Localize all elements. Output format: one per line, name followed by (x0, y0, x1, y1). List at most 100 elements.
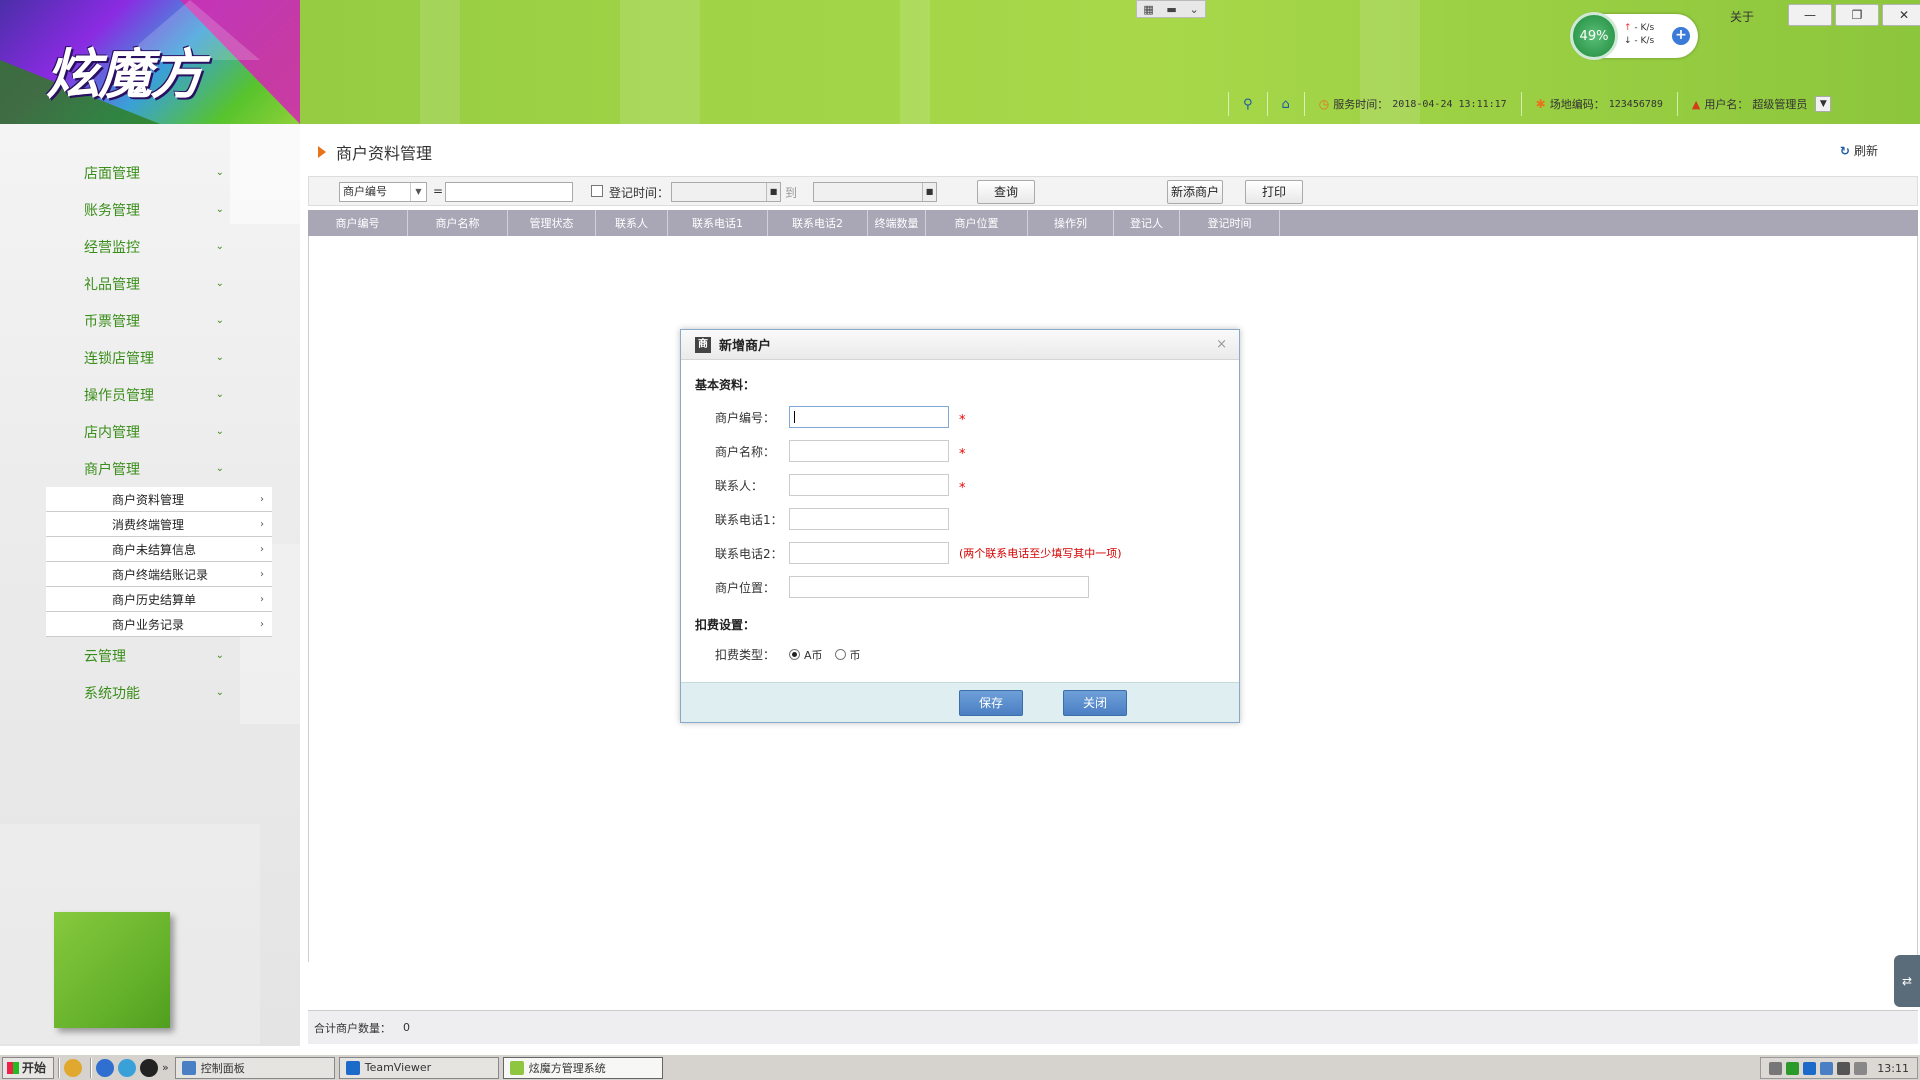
query-button[interactable]: 查询 (977, 180, 1035, 204)
sidebar-item-merchants[interactable]: 商户管理 ⌄ (0, 450, 300, 487)
network-icon[interactable] (1820, 1061, 1834, 1075)
minus-icon[interactable]: ▬ (1166, 3, 1176, 16)
restore-button[interactable]: ❐ (1835, 4, 1879, 26)
search-field-select[interactable]: 商户编号 ▼ (339, 182, 427, 202)
browser-icon[interactable] (118, 1058, 136, 1077)
fee-type-a-coin-radio[interactable] (789, 649, 800, 660)
merchant-name-input[interactable] (789, 440, 949, 462)
header-status-bar: ⚲ ⌂ ◷ 服务时间： 2018-04-24 13:11:17 ✱ 场地编码： … (1228, 92, 1845, 116)
sidebar-item-store[interactable]: 店面管理 ⌄ (0, 154, 300, 191)
submenu-item-history[interactable]: 商户历史结算单 › (46, 587, 272, 612)
teamviewer-side-tab[interactable]: ⇄ (1894, 955, 1920, 1007)
about-link[interactable]: 关于 (1730, 8, 1754, 25)
column-header[interactable]: 商户名称 (408, 210, 508, 236)
chevron-down-icon: ⌄ (215, 650, 224, 661)
phone2-input[interactable] (789, 542, 949, 564)
floating-mini-toolbar[interactable]: ▦ ▬ ⌄ (1136, 0, 1206, 18)
required-mark: * (959, 446, 966, 462)
print-button[interactable]: 打印 (1245, 180, 1303, 204)
calendar-icon[interactable]: ■ (766, 183, 780, 201)
sidebar-item-operators[interactable]: 操作员管理 ⌄ (0, 376, 300, 413)
dialog-title: 新增商户 (719, 339, 772, 354)
total-value: 0 (403, 1021, 410, 1034)
task-xuanmofang[interactable]: 炫魔方管理系统 (502, 1056, 663, 1079)
upload-rate: - K/s (1634, 23, 1655, 33)
chevron-double-right-icon[interactable]: » (162, 1061, 169, 1074)
fee-type-coin-radio[interactable] (834, 649, 846, 660)
sidebar-item-in-store[interactable]: 店内管理 ⌄ (0, 413, 300, 450)
home-button[interactable]: ⌂ (1266, 92, 1304, 116)
column-header[interactable]: 联系电话1 (668, 210, 768, 236)
column-header[interactable]: 登记时间 (1180, 210, 1280, 236)
search-input[interactable] (445, 182, 573, 202)
tray-icon[interactable] (1854, 1061, 1868, 1075)
task-teamviewer[interactable]: TeamViewer (338, 1056, 499, 1079)
chevron-down-icon[interactable]: ▼ (410, 183, 426, 201)
start-button[interactable]: 开始 (2, 1056, 54, 1079)
merchant-icon: 商 (695, 336, 711, 353)
submenu-item-merchant-profile[interactable]: 商户资料管理 › (46, 487, 272, 512)
qq-icon[interactable] (140, 1058, 158, 1077)
chevron-down-icon[interactable]: ⌄ (1189, 3, 1198, 16)
column-header[interactable]: 管理状态 (508, 210, 596, 236)
refresh-button[interactable]: ↻ 刷新 (1840, 142, 1878, 159)
home-icon[interactable]: ⌂ (1282, 97, 1290, 112)
fee-option-label: 币 (849, 648, 861, 662)
column-header[interactable]: 联系人 (596, 210, 668, 236)
contact-input[interactable] (789, 474, 949, 496)
submenu-item-unsettled[interactable]: 商户未结算信息 › (46, 537, 272, 562)
task-control-panel[interactable]: 控制面板 (174, 1056, 335, 1079)
location-input[interactable] (789, 576, 1089, 598)
date-from-input[interactable]: ■ (671, 182, 781, 202)
column-header[interactable]: 商户位置 (926, 210, 1028, 236)
submenu-item-business-records[interactable]: 商户业务记录 › (46, 612, 272, 637)
plus-icon[interactable]: + (1672, 27, 1690, 45)
sidebar-item-gifts[interactable]: 礼品管理 ⌄ (0, 265, 300, 302)
calendar-icon[interactable]: ■ (922, 183, 936, 201)
submenu-item-terminal-checkout[interactable]: 商户终端结账记录 › (46, 562, 272, 587)
sidebar-item-monitoring[interactable]: 经营监控 ⌄ (0, 228, 300, 265)
sidebar-item-cloud[interactable]: 云管理 ⌄ (0, 637, 300, 674)
dialog-title-bar[interactable]: 商 新增商户 × (681, 330, 1239, 360)
tray-icon[interactable] (1769, 1061, 1783, 1075)
reg-time-checkbox[interactable] (591, 185, 603, 197)
pin-button[interactable]: ⚲ (1228, 92, 1267, 116)
ie-icon[interactable] (96, 1058, 114, 1077)
sidebar-item-system[interactable]: 系统功能 ⌄ (0, 674, 300, 711)
chevron-down-icon: ⌄ (215, 315, 224, 326)
column-header[interactable]: 登记人 (1114, 210, 1180, 236)
close-dialog-button[interactable]: 关闭 (1063, 690, 1127, 716)
close-icon[interactable]: × (1216, 337, 1227, 352)
sidebar-item-coins[interactable]: 币票管理 ⌄ (0, 302, 300, 339)
required-mark: * (959, 480, 966, 496)
column-header[interactable]: 操作列 (1028, 210, 1114, 236)
minimize-button[interactable]: — (1788, 4, 1832, 26)
save-button[interactable]: 保存 (959, 690, 1023, 716)
user-info[interactable]: ▲ 用户名： 超级管理员 ▼ (1676, 92, 1845, 116)
column-header[interactable]: 终端数量 (868, 210, 926, 236)
date-to-input[interactable]: ■ (813, 182, 937, 202)
sidebar-item-label: 商户管理 (84, 461, 140, 478)
volume-icon[interactable] (1837, 1061, 1851, 1075)
sidebar-item-accounts[interactable]: 账务管理 ⌄ (0, 191, 300, 228)
teamviewer-icon: ⇄ (1901, 974, 1913, 988)
phone1-input[interactable] (789, 508, 949, 530)
merchant-no-input[interactable] (789, 406, 949, 428)
sidebar-item-label: 连锁店管理 (84, 350, 154, 367)
chevron-down-icon[interactable]: ▼ (1815, 96, 1832, 112)
sidebar-item-chain[interactable]: 连锁店管理 ⌄ (0, 339, 300, 376)
quicklaunch-icon[interactable] (64, 1058, 82, 1077)
close-window-button[interactable]: ✕ (1882, 4, 1920, 26)
teamviewer-tray-icon[interactable] (1803, 1061, 1817, 1075)
column-header[interactable]: 联系电话2 (768, 210, 868, 236)
required-mark: * (959, 412, 966, 428)
pin-icon[interactable]: ⚲ (1243, 97, 1253, 112)
tray-icon[interactable] (1786, 1061, 1800, 1075)
sidebar-item-label: 店面管理 (84, 165, 140, 182)
os-taskbar: 开始 » 控制面板 TeamViewer 炫魔方管理系统 13:11 (0, 1054, 1920, 1080)
column-header[interactable]: 商户编号 (308, 210, 408, 236)
add-merchant-button[interactable]: 新添商户 (1167, 180, 1223, 204)
grid-icon[interactable]: ▦ (1143, 3, 1153, 16)
submenu-item-terminals[interactable]: 消费终端管理 › (46, 512, 272, 537)
network-speed-widget[interactable]: 49% ↑ - K/s ↓ - K/s + (1570, 12, 1698, 60)
